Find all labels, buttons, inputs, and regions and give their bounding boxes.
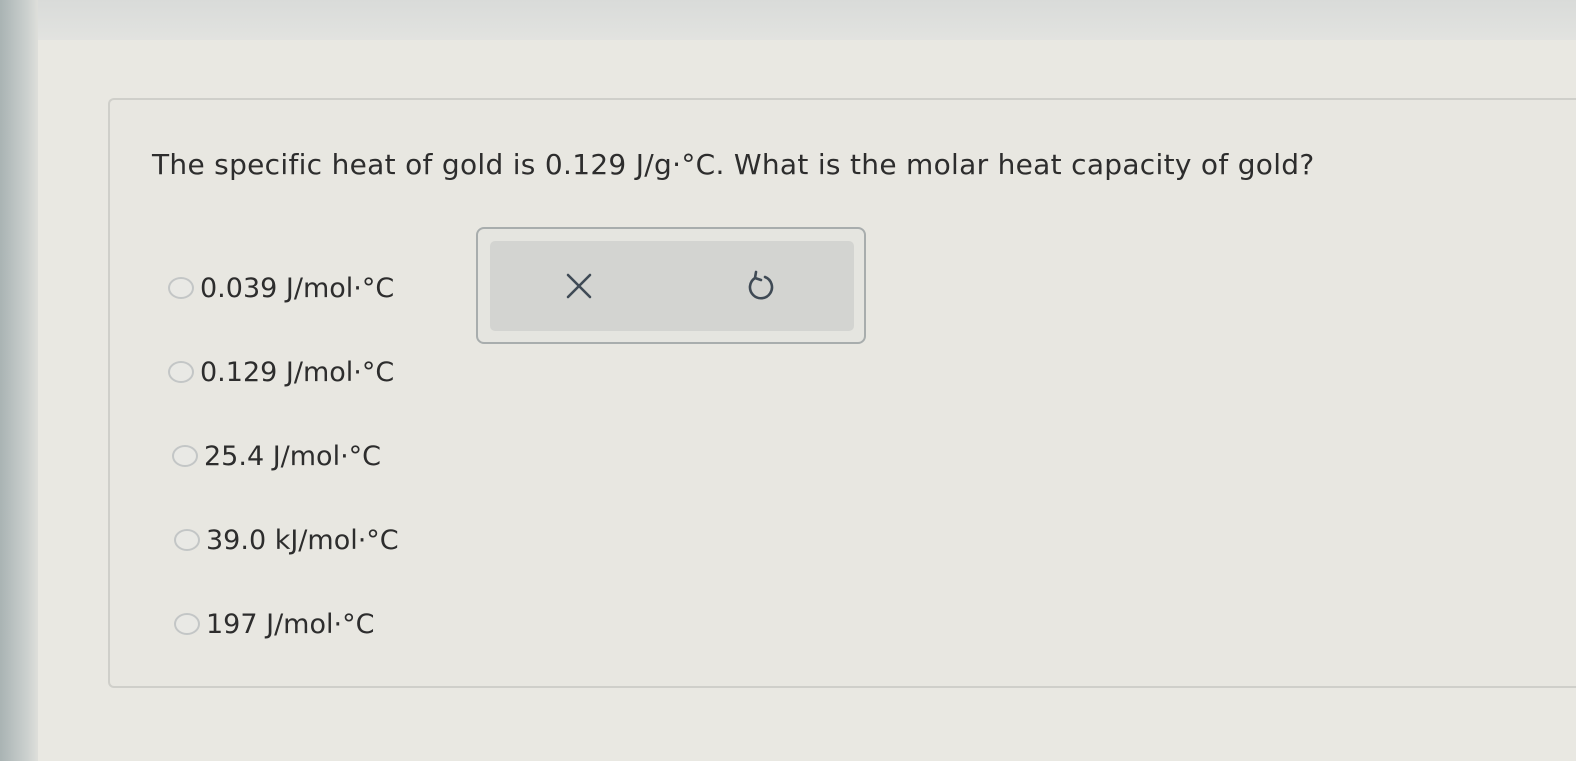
undo-button[interactable] xyxy=(738,263,784,309)
close-icon xyxy=(566,273,592,299)
option-label: 0.129 J/mol·°C xyxy=(200,356,395,388)
option-label: 197 J/mol·°C xyxy=(206,608,375,640)
clear-button[interactable] xyxy=(556,263,602,309)
answer-option-3[interactable]: 25.4 J/mol·°C xyxy=(168,436,399,476)
radio-button[interactable] xyxy=(168,361,194,383)
option-label: 39.0 kJ/mol·°C xyxy=(206,524,399,556)
option-label: 0.039 J/mol·°C xyxy=(200,272,395,304)
radio-button[interactable] xyxy=(168,277,194,299)
screen-left-edge xyxy=(0,0,38,761)
radio-button[interactable] xyxy=(174,613,200,635)
undo-icon xyxy=(748,270,774,300)
answer-option-4[interactable]: 39.0 kJ/mol·°C xyxy=(168,520,399,560)
radio-button[interactable] xyxy=(172,445,198,467)
answer-option-5[interactable]: 197 J/mol·°C xyxy=(168,604,399,644)
answer-option-1[interactable]: 0.039 J/mol·°C xyxy=(168,268,399,308)
answer-tools-panel xyxy=(476,227,866,344)
browser-top-strip xyxy=(0,0,1576,40)
answer-option-2[interactable]: 0.129 J/mol·°C xyxy=(168,352,399,392)
answer-tools-bar xyxy=(490,241,854,331)
option-label: 25.4 J/mol·°C xyxy=(204,440,382,472)
radio-button[interactable] xyxy=(174,529,200,551)
answer-options: 0.039 J/mol·°C 0.129 J/mol·°C 25.4 J/mol… xyxy=(168,268,399,688)
question-text: The specific heat of gold is 0.129 J/g·°… xyxy=(152,148,1315,181)
